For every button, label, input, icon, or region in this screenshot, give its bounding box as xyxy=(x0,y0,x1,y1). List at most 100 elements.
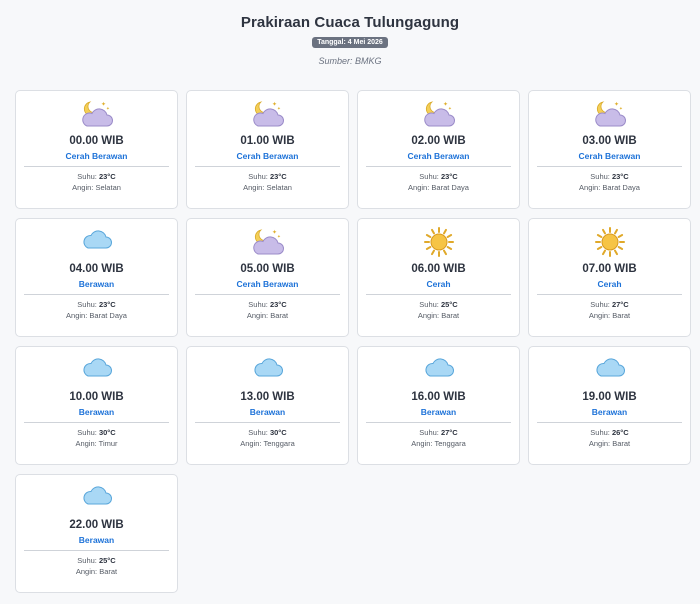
sun-icon xyxy=(529,227,690,257)
forecast-condition: Cerah Berawan xyxy=(407,151,470,161)
temperature-value: 23°C xyxy=(440,172,458,181)
temperature-value: 23°C xyxy=(98,300,116,309)
forecast-condition: Cerah xyxy=(426,279,451,289)
wind-label: Angin: xyxy=(417,311,440,320)
forecast-condition: Berawan xyxy=(420,407,457,417)
wind-label: Angin: xyxy=(246,311,269,320)
card-divider xyxy=(24,550,169,551)
forecast-wind: Angin: Selatan xyxy=(187,183,348,192)
forecast-condition: Berawan xyxy=(249,407,286,417)
temperature-value: 25°C xyxy=(98,556,116,565)
sun-icon xyxy=(358,227,519,257)
forecast-wind: Angin: Barat xyxy=(529,311,690,320)
page-header: Prakiraan Cuaca Tulungagung Tanggal: 4 M… xyxy=(0,0,700,76)
wind-value: Timur xyxy=(98,439,118,448)
wind-label: Angin: xyxy=(240,439,262,448)
forecast-card: 19.00 WIB Berawan Suhu: 26°C Angin: Bara… xyxy=(528,346,691,465)
wind-value: Barat Daya xyxy=(431,183,469,192)
card-divider xyxy=(195,422,340,423)
cloud-icon xyxy=(187,355,348,385)
forecast-temperature: Suhu: 26°C xyxy=(529,428,690,437)
wind-value: Barat Daya xyxy=(602,183,640,192)
date-badge: Tanggal: 4 Mei 2026 xyxy=(312,37,388,48)
wind-value: Barat Daya xyxy=(89,311,127,320)
card-divider xyxy=(366,422,511,423)
forecast-wind: Angin: Barat xyxy=(187,311,348,320)
forecast-time: 05.00 WIB xyxy=(240,263,295,275)
forecast-temperature: Suhu: 23°C xyxy=(187,300,348,309)
cloud-icon xyxy=(358,355,519,385)
temperature-label: Suhu: xyxy=(419,300,439,309)
forecast-card: ✦ ✦ 05.00 WIB Cerah Berawan Suhu: 23°C A… xyxy=(186,218,349,337)
temperature-label: Suhu: xyxy=(419,428,439,437)
temperature-value: 25°C xyxy=(440,300,458,309)
temperature-label: Suhu: xyxy=(248,300,268,309)
temperature-label: Suhu: xyxy=(590,300,610,309)
card-divider xyxy=(24,294,169,295)
forecast-wind: Angin: Barat xyxy=(358,311,519,320)
forecast-condition: Berawan xyxy=(78,279,115,289)
wind-value: Selatan xyxy=(95,183,121,192)
temperature-label: Suhu: xyxy=(248,428,268,437)
wind-value: Selatan xyxy=(266,183,292,192)
card-divider xyxy=(537,166,682,167)
svg-text:✦: ✦ xyxy=(619,106,623,112)
wind-value: Tenggara xyxy=(263,439,295,448)
temperature-label: Suhu: xyxy=(77,300,97,309)
forecast-card: 04.00 WIB Berawan Suhu: 23°C Angin: Bara… xyxy=(15,218,178,337)
temperature-label: Suhu: xyxy=(77,172,97,181)
forecast-condition: Berawan xyxy=(78,535,115,545)
temperature-value: 30°C xyxy=(98,428,116,437)
wind-label: Angin: xyxy=(243,183,265,192)
card-divider xyxy=(195,294,340,295)
moon-cloud-icon: ✦ ✦ xyxy=(187,99,348,129)
card-divider xyxy=(24,166,169,167)
cloud-icon xyxy=(16,355,177,385)
temperature-value: 23°C xyxy=(269,172,287,181)
temperature-value: 27°C xyxy=(440,428,458,437)
forecast-wind: Angin: Tenggara xyxy=(187,439,348,448)
temperature-label: Suhu: xyxy=(590,428,610,437)
forecast-card: 22.00 WIB Berawan Suhu: 25°C Angin: Bara… xyxy=(15,474,178,593)
wind-value: Barat xyxy=(270,311,289,320)
moon-cloud-icon: ✦ ✦ xyxy=(16,99,177,129)
forecast-time: 00.00 WIB xyxy=(69,135,124,147)
forecast-time: 01.00 WIB xyxy=(240,135,295,147)
forecast-temperature: Suhu: 23°C xyxy=(358,172,519,181)
temperature-label: Suhu: xyxy=(248,172,268,181)
svg-text:✦: ✦ xyxy=(106,106,110,112)
forecast-card: 16.00 WIB Berawan Suhu: 27°C Angin: Teng… xyxy=(357,346,520,465)
forecast-wind: Angin: Barat xyxy=(529,439,690,448)
temperature-value: 23°C xyxy=(611,172,629,181)
card-divider xyxy=(366,294,511,295)
forecast-card: ✦ ✦ 01.00 WIB Cerah Berawan Suhu: 23°C A… xyxy=(186,90,349,209)
forecast-condition: Cerah Berawan xyxy=(578,151,641,161)
forecast-time: 03.00 WIB xyxy=(582,135,637,147)
temperature-value: 26°C xyxy=(611,428,629,437)
forecast-time: 22.00 WIB xyxy=(69,519,124,531)
wind-label: Angin: xyxy=(72,183,94,192)
forecast-temperature: Suhu: 23°C xyxy=(529,172,690,181)
forecast-time: 02.00 WIB xyxy=(411,135,466,147)
moon-cloud-icon: ✦ ✦ xyxy=(187,227,348,257)
svg-text:✦: ✦ xyxy=(277,106,281,112)
forecast-condition: Cerah Berawan xyxy=(236,279,299,289)
forecast-temperature: Suhu: 30°C xyxy=(16,428,177,437)
forecast-condition: Berawan xyxy=(591,407,628,417)
wind-value: Barat xyxy=(612,439,631,448)
card-divider xyxy=(537,294,682,295)
forecast-temperature: Suhu: 23°C xyxy=(16,172,177,181)
card-divider xyxy=(195,166,340,167)
forecast-time: 19.00 WIB xyxy=(582,391,637,403)
forecast-temperature: Suhu: 23°C xyxy=(16,300,177,309)
forecast-wind: Angin: Barat Daya xyxy=(16,311,177,320)
forecast-grid: ✦ ✦ 00.00 WIB Cerah Berawan Suhu: 23°C A… xyxy=(15,90,691,593)
temperature-label: Suhu: xyxy=(77,556,97,565)
card-divider xyxy=(24,422,169,423)
temperature-value: 30°C xyxy=(269,428,287,437)
forecast-wind: Angin: Barat xyxy=(16,567,177,576)
forecast-time: 16.00 WIB xyxy=(411,391,466,403)
wind-label: Angin: xyxy=(588,311,611,320)
moon-cloud-icon: ✦ ✦ xyxy=(358,99,519,129)
forecast-temperature: Suhu: 23°C xyxy=(187,172,348,181)
